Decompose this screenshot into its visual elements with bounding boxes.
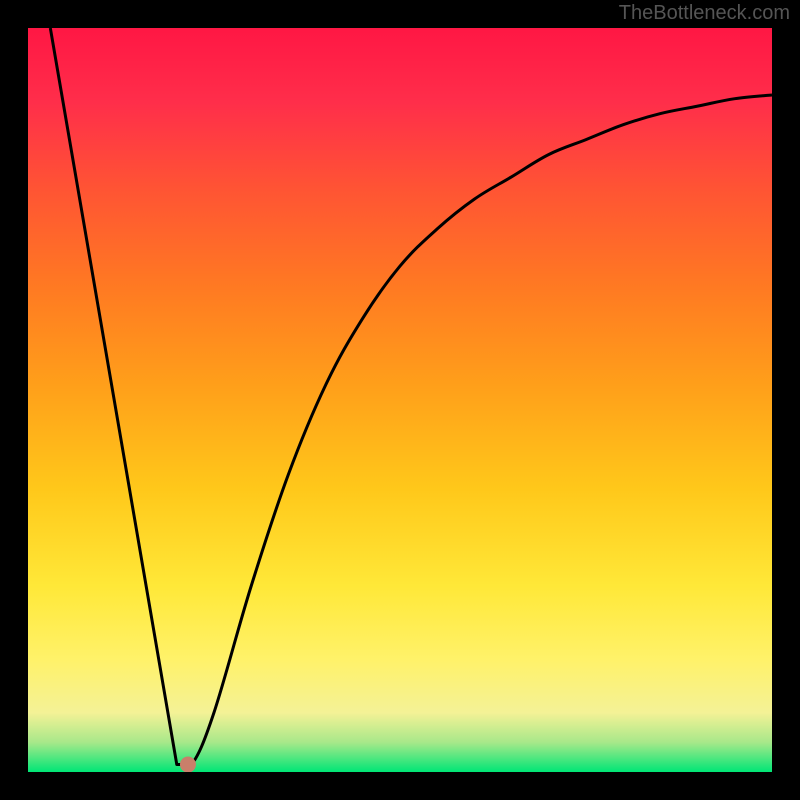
watermark-text: TheBottleneck.com (619, 2, 790, 25)
plot-background (28, 28, 772, 772)
optimal-point-marker (180, 757, 196, 773)
chart-container: TheBottleneck.com (0, 0, 800, 800)
chart-svg (0, 0, 800, 800)
